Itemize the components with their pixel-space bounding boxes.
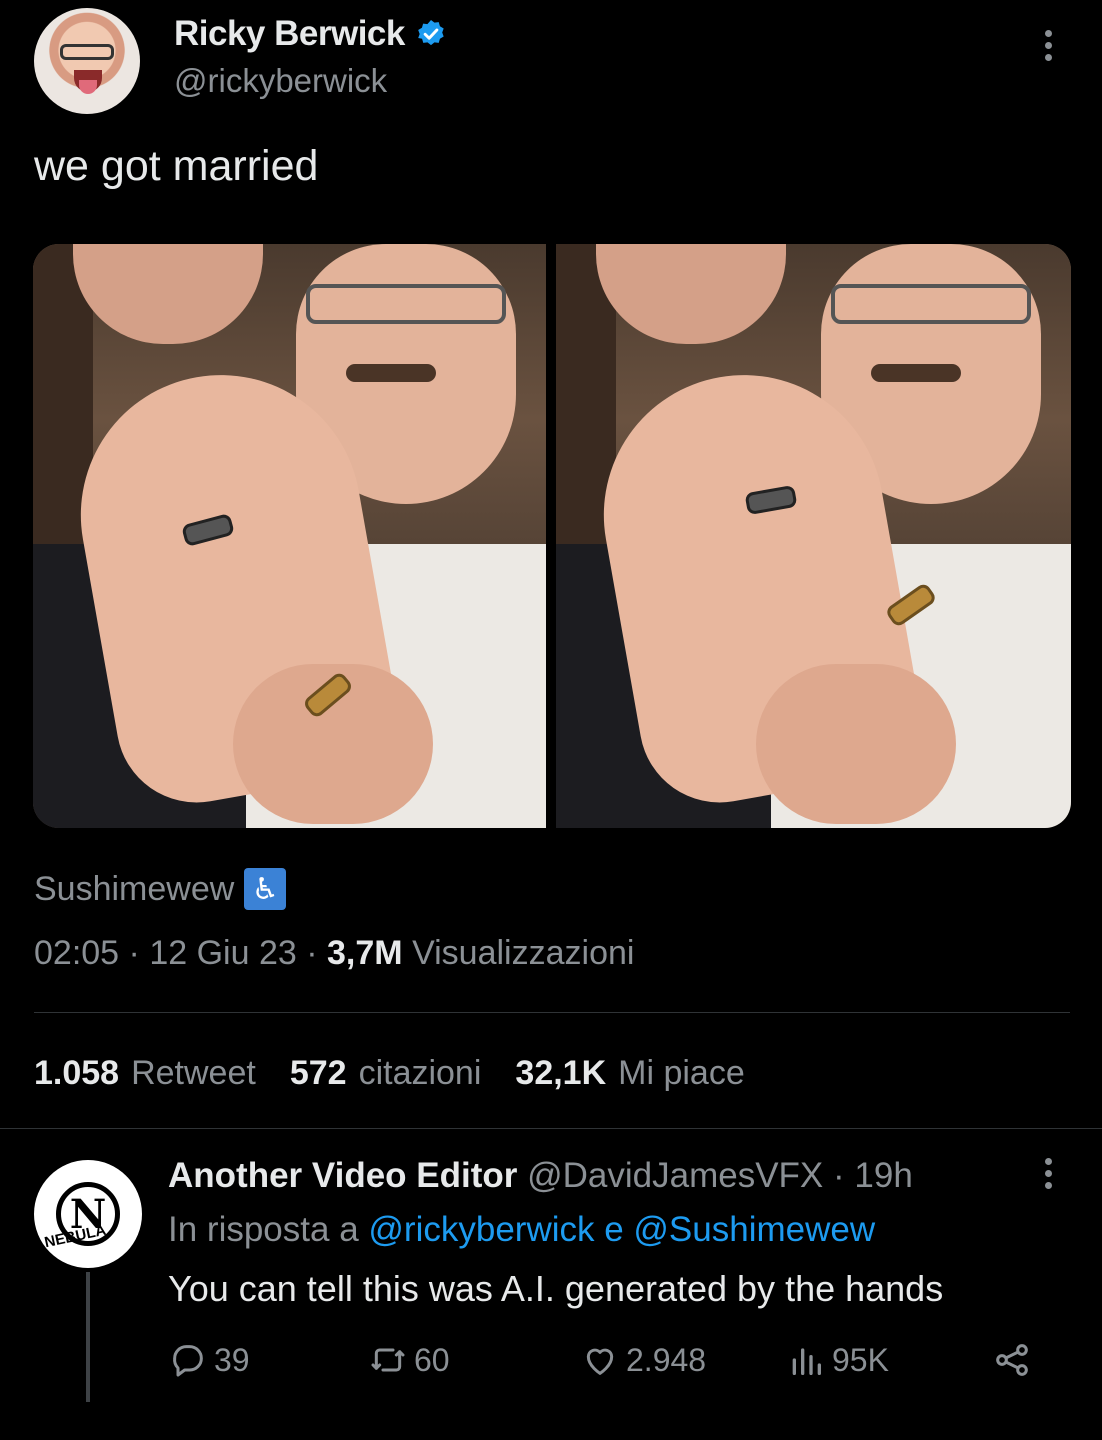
wheelchair-icon: ♿ — [244, 868, 287, 910]
retweet-button[interactable]: 60 — [368, 1340, 450, 1380]
author-name[interactable]: Ricky Berwick — [174, 14, 405, 54]
share-button[interactable] — [992, 1340, 1032, 1380]
retweets-count: 1.058 — [34, 1054, 120, 1092]
tweet-photo-1[interactable] — [33, 244, 546, 828]
reply-text: You can tell this was A.I. generated by … — [168, 1268, 944, 1309]
views-count: 95K — [832, 1341, 889, 1378]
retweet-icon — [371, 1348, 405, 1372]
reply-to-line: In risposta a @rickyberwick e @Sushimewe… — [168, 1210, 875, 1250]
thread-line — [86, 1272, 90, 1402]
divider — [0, 1128, 1102, 1129]
author-name-row[interactable]: Ricky Berwick — [174, 14, 447, 54]
source-name[interactable]: Sushimewew — [34, 870, 234, 909]
views-label: Visualizzazioni — [412, 934, 635, 972]
reply-mentions[interactable]: @rickyberwick e @Sushimewew — [368, 1210, 875, 1249]
like-icon — [586, 1348, 614, 1375]
reply-icon — [173, 1345, 203, 1377]
like-button[interactable]: 2.948 — [580, 1340, 706, 1380]
tweet-text: we got married — [34, 142, 319, 190]
views-count: 3,7M — [327, 934, 403, 972]
views-icon — [792, 1348, 821, 1375]
verified-badge-icon — [418, 20, 444, 46]
reply-avatar[interactable]: N NEBULA — [34, 1160, 142, 1268]
retweets-label: Retweet — [131, 1054, 256, 1092]
divider — [34, 1012, 1070, 1013]
tweet-photo-2[interactable] — [556, 244, 1071, 828]
tweet-time[interactable]: 02:05 — [34, 934, 119, 972]
share-icon — [996, 1344, 1028, 1376]
author-handle[interactable]: @rickyberwick — [174, 62, 387, 100]
separator: · — [306, 934, 318, 972]
separator: · — [833, 1156, 845, 1195]
tweet-date[interactable]: 12 Giu 23 — [149, 934, 296, 972]
reply-age[interactable]: 19h — [854, 1156, 912, 1195]
avatar-glasses — [60, 44, 114, 60]
reply-author-handle[interactable]: @DavidJamesVFX — [527, 1156, 823, 1195]
reply-author-name[interactable]: Another Video Editor — [168, 1156, 517, 1195]
avatar-tongue — [79, 80, 97, 94]
author-avatar[interactable] — [34, 8, 140, 114]
source-label: Sushimewew ♿ — [34, 868, 287, 910]
separator: · — [128, 934, 140, 972]
reply-count: 39 — [214, 1341, 250, 1378]
likes-stat[interactable]: 32,1K Mi piace — [515, 1054, 744, 1093]
reply-actions: 39 60 2.948 95K — [168, 1340, 1048, 1390]
likes-label: Mi piace — [618, 1054, 745, 1092]
reply-header: Another Video Editor @DavidJamesVFX · 19… — [168, 1156, 913, 1196]
likes-count: 32,1K — [515, 1054, 607, 1092]
retweet-count: 60 — [414, 1341, 450, 1378]
tweet-stats: 1.058 Retweet 572 citazioni 32,1K Mi piace — [34, 1054, 745, 1093]
timestamp-row: 02:05 · 12 Giu 23 · 3,7M Visualizzazioni — [34, 934, 634, 973]
quotes-count: 572 — [289, 1054, 347, 1092]
like-count: 2.948 — [626, 1341, 707, 1378]
quotes-stat[interactable]: 572 citazioni — [290, 1054, 482, 1093]
quotes-label: citazioni — [358, 1054, 482, 1092]
reply-prefix: In risposta a — [168, 1210, 359, 1249]
more-icon[interactable] — [1038, 30, 1058, 70]
reply-button[interactable]: 39 — [168, 1340, 250, 1380]
views-button[interactable]: 95K — [786, 1340, 889, 1380]
more-icon[interactable] — [1038, 1158, 1058, 1198]
retweets-stat[interactable]: 1.058 Retweet — [34, 1054, 256, 1093]
